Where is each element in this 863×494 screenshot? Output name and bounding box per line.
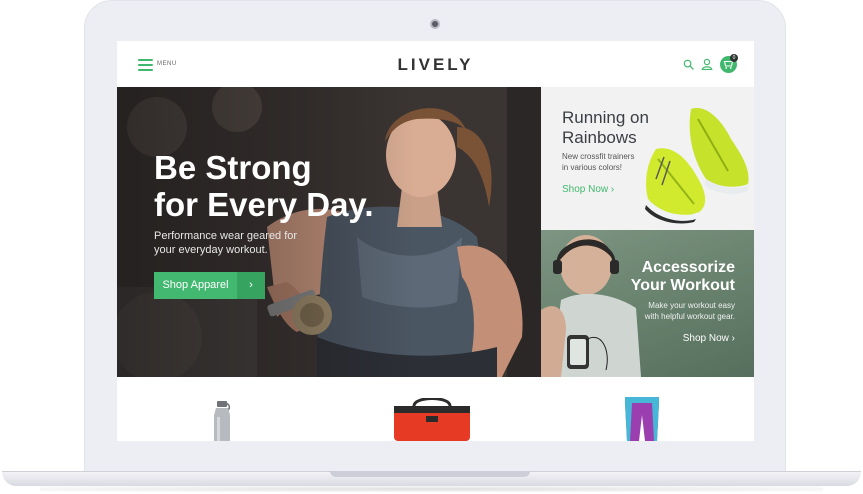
hero-banner: Be Strong for Every Day. Performance wea… [117,87,541,377]
accessorize-title: Accessorize Your Workout [631,259,735,295]
chevron-right-icon: › [610,184,615,195]
promo-accessorize[interactable]: Accessorize Your Workout Make your worko… [541,230,754,377]
camera-icon [430,19,440,29]
user-icon[interactable] [701,58,713,70]
shop-apparel-button[interactable]: Shop Apparel › [154,272,265,299]
hero-subtitle-line2: your everyday workout. [154,244,268,256]
running-subtitle-line1: New crossfit trainers [562,152,635,161]
hero-title-line1: Be Strong [154,149,312,186]
running-shop-now-label: Shop Now [562,184,609,195]
chevron-right-icon: › [731,333,735,344]
running-title-line2: Rainbows [562,128,637,147]
accessorize-subtitle-line1: Make your workout easy [648,301,735,310]
running-title-line1: Running on [562,108,649,127]
accessorize-title-line1: Accessorize [641,259,735,276]
hero-title: Be Strong for Every Day. [154,149,394,223]
search-icon[interactable] [683,59,694,70]
accessorize-subtitle: Make your workout easy with helpful work… [635,300,735,322]
cart-count-badge: 0 [730,54,738,62]
leggings-icon[interactable] [622,397,662,441]
accessorize-shop-now-link[interactable]: Shop Now › [683,333,735,344]
laptop-screen: MENU LIVELY 0 Be Strong for Every Day. P… [117,41,754,441]
product-strip [117,377,754,441]
site-header: MENU LIVELY 0 [117,41,754,87]
shop-apparel-label: Shop Apparel [162,279,229,291]
running-title: Running on Rainbows [562,108,649,148]
accessorize-subtitle-line2: with helpful workout gear. [644,312,735,321]
chevron-right-icon: › [237,272,265,299]
accessorize-shop-now-label: Shop Now [682,333,729,344]
hero-subtitle-line1: Performance wear geared for [154,230,298,242]
promo-running[interactable]: Running on Rainbows New crossfit trainer… [541,87,754,230]
laptop-notch [330,471,530,477]
gym-bag-icon[interactable] [392,398,472,441]
hero-subtitle: Performance wear geared for your everyda… [154,229,304,257]
site-logo[interactable]: LIVELY [117,55,754,75]
running-subtitle: New crossfit trainers in various colors! [562,151,652,173]
water-bottle-icon[interactable] [209,401,235,441]
running-shop-now-link[interactable]: Shop Now › [562,184,614,195]
accessorize-title-line2: Your Workout [630,277,735,294]
hero-title-line2: for Every Day. [154,186,374,223]
running-shoes-image [645,108,749,224]
running-subtitle-line2: in various colors! [562,163,623,172]
laptop-shadow [40,486,823,492]
